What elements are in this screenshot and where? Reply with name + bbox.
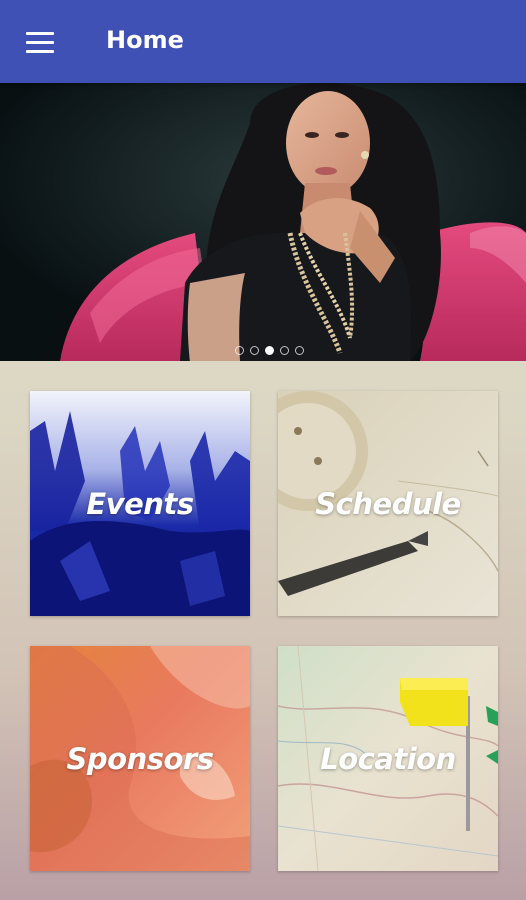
location-tile[interactable]: Location [278, 646, 498, 871]
sponsors-label: Sponsors [66, 741, 214, 776]
hamburger-menu-icon[interactable] [18, 24, 64, 60]
carousel-dot[interactable] [294, 346, 304, 355]
carousel-indicator [0, 346, 526, 355]
app-bar: Home [0, 0, 526, 83]
banner-image [0, 83, 526, 361]
sponsors-tile[interactable]: Sponsors [30, 646, 250, 871]
events-tile[interactable]: Events [30, 391, 250, 616]
banner-carousel[interactable] [0, 83, 526, 361]
schedule-tile[interactable]: Schedule [278, 391, 498, 616]
carousel-dot[interactable] [234, 346, 244, 355]
carousel-dot[interactable] [249, 346, 259, 355]
menu-line [26, 31, 54, 35]
page-title: Home [106, 26, 184, 54]
carousel-dot[interactable] [279, 346, 289, 355]
schedule-label: Schedule [315, 486, 461, 521]
menu-line [26, 40, 54, 44]
events-label: Events [86, 486, 194, 521]
location-label: Location [320, 741, 456, 776]
menu-line [26, 49, 54, 53]
carousel-dot-active[interactable] [264, 346, 274, 355]
